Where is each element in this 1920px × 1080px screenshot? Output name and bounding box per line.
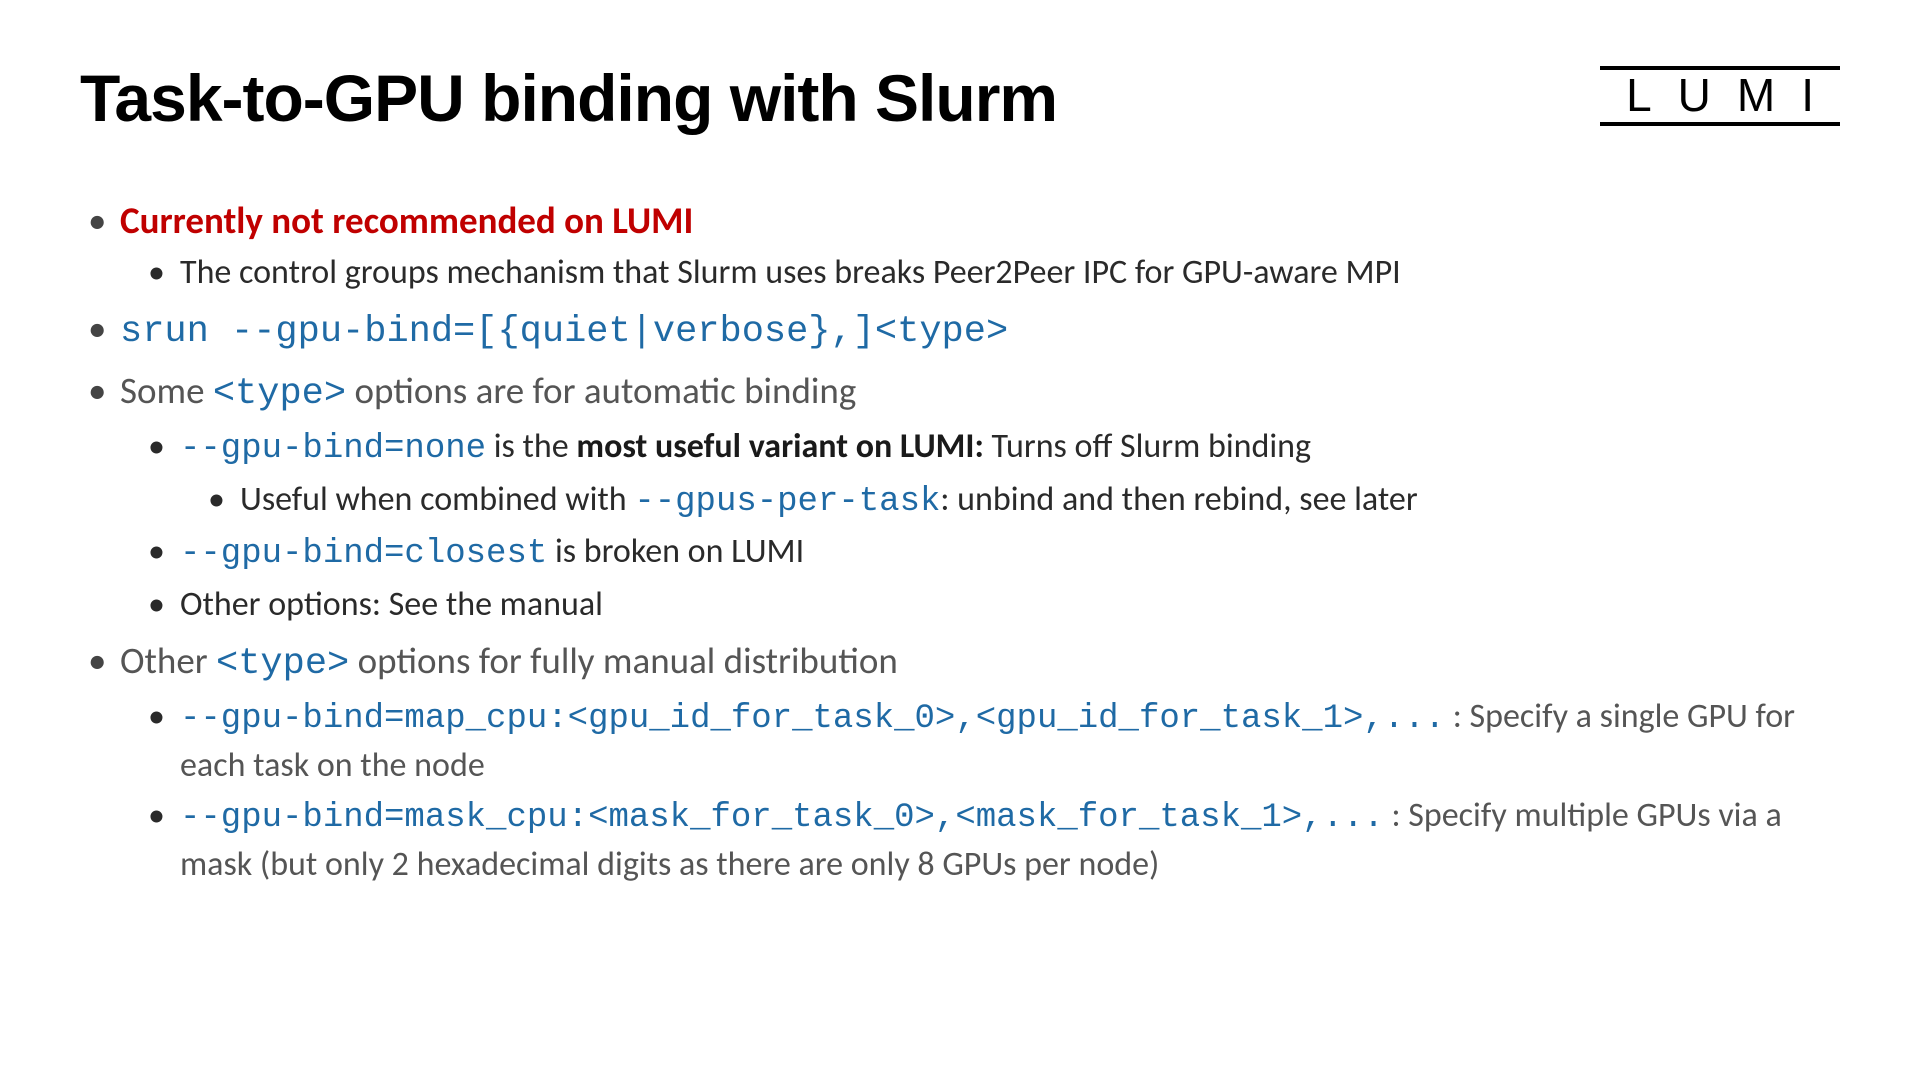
warning-detail: The control groups mechanism that Slurm … <box>140 250 1840 296</box>
map-cmd: --gpu-bind=map_cpu:<gpu_id_for_task_0>,<… <box>180 700 1445 738</box>
none-suffix: Turns off Slurm binding <box>984 426 1311 467</box>
none-bold: most useful variant on LUMI: <box>576 426 983 467</box>
type-token-1: <type> <box>213 373 346 415</box>
lumi-logo: LUMI <box>1600 66 1840 126</box>
none-sublist: Useful when combined with --gpus-per-tas… <box>200 477 1840 526</box>
bullet-list-level1: Currently not recommended on LUMI The co… <box>80 196 1840 888</box>
none-mid: is the <box>486 426 576 467</box>
none-cmd: --gpu-bind=none <box>180 430 486 468</box>
bullet-mask-cpu: --gpu-bind=mask_cpu:<mask_for_task_0>,<m… <box>140 793 1840 888</box>
manual-sublist: --gpu-bind=map_cpu:<gpu_id_for_task_0>,<… <box>140 694 1840 888</box>
bullet-none: --gpu-bind=none is the most useful varia… <box>140 424 1840 526</box>
bullet-srun: srun --gpu-bind=[{quiet|verbose},]<type> <box>80 304 1840 358</box>
bullet-auto-binding: Some <type> options are for automatic bi… <box>80 366 1840 629</box>
auto-sublist: --gpu-bind=none is the most useful varia… <box>140 424 1840 629</box>
gpus-per-task-flag: --gpus-per-task <box>634 483 940 521</box>
auto-suffix: options are for automatic binding <box>346 368 856 413</box>
closest-suffix: is broken on LUMI <box>547 531 804 572</box>
none-sub-prefix: Useful when combined with <box>240 479 634 520</box>
warning-text: Currently not recommended on LUMI <box>120 198 693 243</box>
warning-sublist: The control groups mechanism that Slurm … <box>140 250 1840 296</box>
manual-suffix: options for fully manual distribution <box>349 638 898 683</box>
slide-title: Task-to-GPU binding with Slurm <box>80 60 1057 136</box>
bullet-none-useful: Useful when combined with --gpus-per-tas… <box>200 477 1840 526</box>
none-sub-suffix: : unbind and then rebind, see later <box>940 479 1417 520</box>
bullet-closest: --gpu-bind=closest is broken on LUMI <box>140 529 1840 578</box>
mask-cmd: --gpu-bind=mask_cpu:<mask_for_task_0>,<m… <box>180 799 1384 837</box>
bullet-manual-dist: Other <type> options for fully manual di… <box>80 636 1840 888</box>
auto-prefix: Some <box>120 368 213 413</box>
type-token-2: <type> <box>216 643 349 685</box>
srun-command: srun --gpu-bind=[{quiet|verbose},]<type> <box>120 311 1008 353</box>
bullet-other-options: Other options: See the manual <box>140 582 1840 628</box>
slide-container: Task-to-GPU binding with Slurm LUMI Curr… <box>0 0 1920 1080</box>
manual-prefix: Other <box>120 638 216 683</box>
bullet-warning: Currently not recommended on LUMI The co… <box>80 196 1840 296</box>
closest-cmd: --gpu-bind=closest <box>180 535 547 573</box>
slide-header: Task-to-GPU binding with Slurm LUMI <box>80 60 1840 136</box>
bullet-map-cpu: --gpu-bind=map_cpu:<gpu_id_for_task_0>,<… <box>140 694 1840 789</box>
